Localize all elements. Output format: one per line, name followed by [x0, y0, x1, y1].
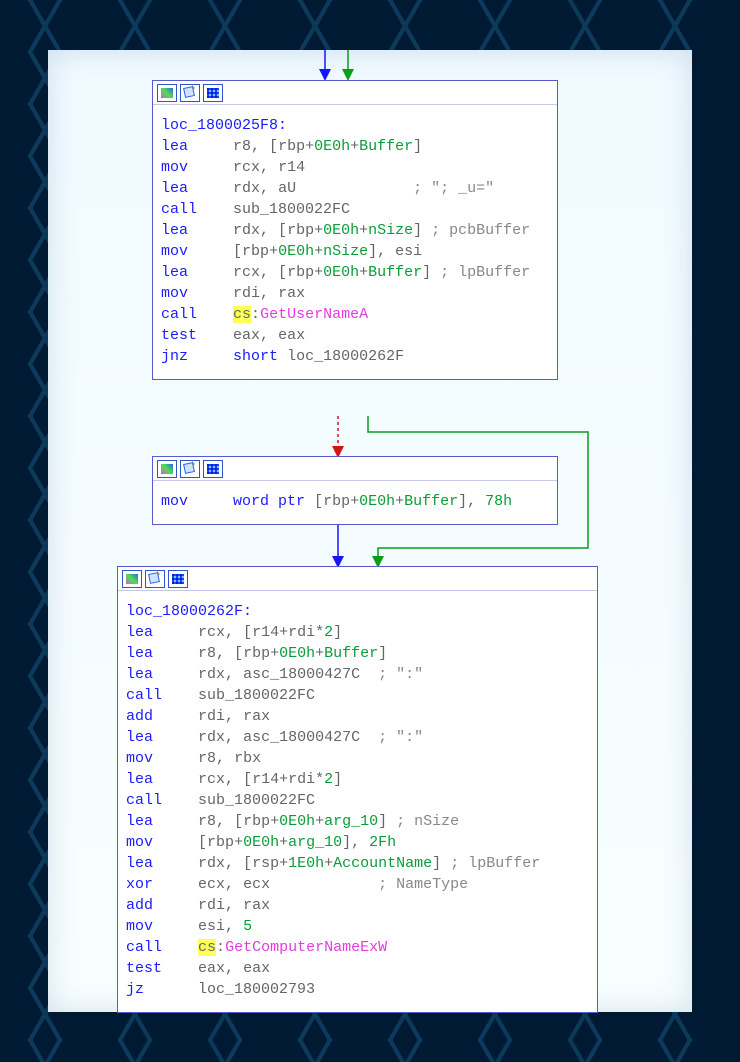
hex-icon[interactable] [203, 460, 223, 478]
block-toolbar [153, 457, 557, 481]
code-listing-1: loc_1800025F8: lea r8, [rbp+0E0h+Buffer]… [153, 105, 557, 379]
graph-canvas[interactable]: loc_1800025F8: lea r8, [rbp+0E0h+Buffer]… [48, 50, 692, 1012]
edit-icon[interactable] [145, 570, 165, 588]
code-listing-2: mov word ptr [rbp+0E0h+Buffer], 78h [153, 481, 557, 524]
colors-icon[interactable] [157, 84, 177, 102]
hex-icon[interactable] [168, 570, 188, 588]
edit-icon[interactable] [180, 84, 200, 102]
code-listing-3: loc_18000262F: lea rcx, [r14+rdi*2] lea … [118, 591, 597, 1012]
block-toolbar [153, 81, 557, 105]
hex-icon[interactable] [203, 84, 223, 102]
disasm-block-3[interactable]: loc_18000262F: lea rcx, [r14+rdi*2] lea … [117, 566, 598, 1013]
disasm-block-1[interactable]: loc_1800025F8: lea r8, [rbp+0E0h+Buffer]… [152, 80, 558, 380]
colors-icon[interactable] [157, 460, 177, 478]
disasm-block-2[interactable]: mov word ptr [rbp+0E0h+Buffer], 78h [152, 456, 558, 525]
block-toolbar [118, 567, 597, 591]
colors-icon[interactable] [122, 570, 142, 588]
edit-icon[interactable] [180, 460, 200, 478]
